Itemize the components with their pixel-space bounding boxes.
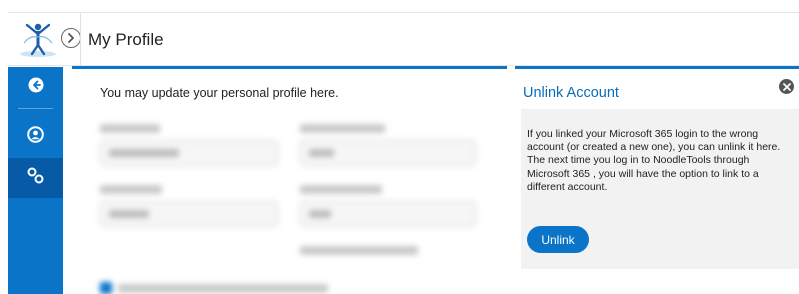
chevron-right-circle-icon[interactable] (61, 28, 81, 48)
page-title: My Profile (88, 30, 164, 49)
unlink-account-panel: Unlink Account If you linked your Micros… (515, 66, 799, 294)
profile-intro-text: You may update your personal profile her… (100, 86, 339, 100)
unlink-description: If you linked your Microsoft 365 login t… (527, 128, 781, 193)
blurred-profile-form (72, 104, 507, 294)
sidebar-item-back[interactable] (8, 67, 63, 107)
unlink-button[interactable]: Unlink (527, 226, 589, 253)
sidebar-divider (18, 108, 53, 109)
sidebar-item-link-account[interactable] (8, 158, 63, 198)
header-divider (80, 13, 81, 66)
noodletools-logo-icon[interactable] (18, 21, 62, 59)
top-header: My Profile (8, 12, 799, 66)
unlink-info-box: If you linked your Microsoft 365 login t… (521, 109, 799, 269)
sidebar-item-profile[interactable] (8, 117, 63, 157)
left-sidebar (8, 67, 63, 294)
user-circle-icon (27, 126, 44, 148)
profile-panel: You may update your personal profile her… (72, 66, 507, 294)
link-icon (27, 167, 44, 189)
close-icon[interactable] (779, 79, 794, 94)
app-window: My Profile You may update your personal … (0, 0, 799, 294)
arrow-left-circle-icon (28, 77, 44, 98)
unlink-panel-title: Unlink Account (523, 85, 619, 101)
